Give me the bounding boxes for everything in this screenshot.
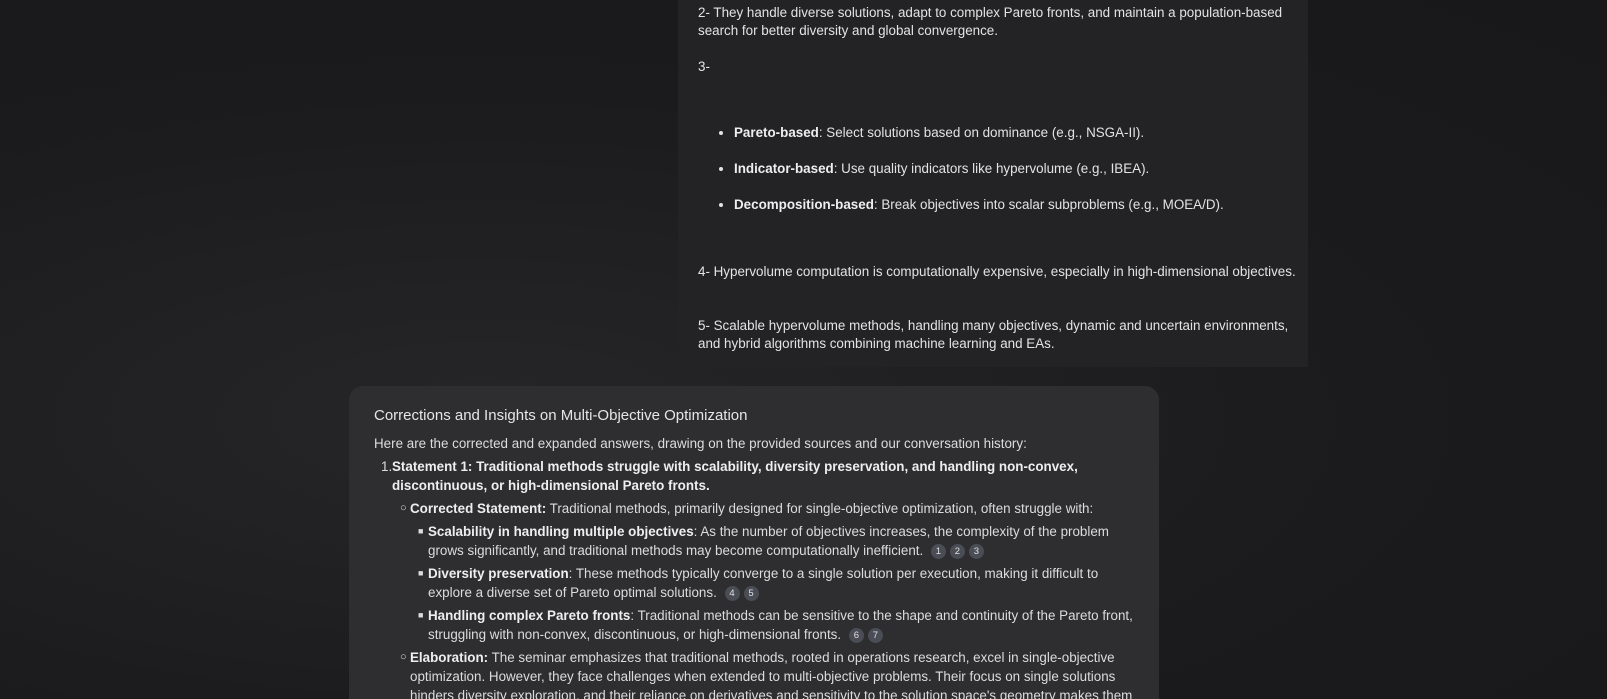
citation-badge[interactable]: 3 (968, 544, 984, 559)
list-item: ■ Diversity preservation: These methods … (374, 564, 1135, 602)
user-paragraph-2: 2- They handle diverse solutions, adapt … (698, 5, 1283, 38)
list-number: 1. (381, 459, 393, 474)
statement-heading: Statement 1: Traditional methods struggl… (392, 459, 1078, 493)
subitem-term: Diversity preservation (428, 566, 569, 581)
citation-badge[interactable]: 6 (848, 628, 864, 643)
subitem-term: Handling complex Pareto fronts (428, 608, 631, 623)
bullet-text: : Break objectives into scalar subproble… (873, 197, 1224, 212)
list-item: 1. Statement 1: Traditional methods stru… (374, 457, 1135, 495)
elaboration-text: The seminar emphasizes that traditional … (410, 650, 1133, 699)
response-card: Corrections and Insights on Multi-Object… (349, 386, 1159, 699)
citation-badge[interactable]: 2 (949, 544, 965, 559)
user-paragraph-4: 4- Hypervolume computation is computatio… (698, 264, 1296, 279)
citation-badge[interactable]: 1 (930, 544, 946, 559)
response-intro: Here are the corrected and expanded answ… (374, 436, 1027, 451)
subitem-term: Scalability in handling multiple objecti… (428, 524, 694, 539)
circle-bullet-icon: ○ (400, 502, 407, 514)
bullet-text: : Select solutions based on dominance (e… (818, 125, 1145, 140)
list-item: Decomposition-based: Break objectives in… (734, 196, 1224, 214)
user-bullet-list: Pareto-based: Select solutions based on … (698, 124, 1224, 232)
list-item: ○ Elaboration: The seminar emphasizes th… (374, 648, 1135, 699)
corrected-text: Traditional methods, primarily designed … (546, 501, 1094, 516)
response-title: Corrections and Insights on Multi-Object… (374, 407, 748, 424)
list-item: ■ Handling complex Pareto fronts: Tradit… (374, 606, 1135, 644)
bullet-term: Pareto-based (734, 125, 819, 140)
user-paragraph-3: 3- (698, 59, 710, 74)
user-message: 2- They handle diverse solutions, adapt … (678, 0, 1308, 367)
circle-bullet-icon: ○ (400, 651, 407, 663)
list-item: Pareto-based: Select solutions based on … (734, 124, 1224, 142)
citation-badge[interactable]: 4 (724, 586, 740, 601)
citation-badge[interactable]: 7 (867, 628, 883, 643)
bullet-text: : Use quality indicators like hypervolum… (833, 161, 1150, 176)
list-item: ■ Scalability in handling multiple objec… (374, 522, 1135, 560)
bullet-term: Decomposition-based (734, 197, 874, 212)
bullet-term: Indicator-based (734, 161, 834, 176)
square-bullet-icon: ■ (418, 568, 424, 578)
list-item: Indicator-based: Use quality indicators … (734, 160, 1224, 178)
citation-badge[interactable]: 5 (743, 586, 759, 601)
square-bullet-icon: ■ (418, 610, 424, 620)
elaboration-label: Elaboration: (410, 650, 489, 665)
user-paragraph-5: 5- Scalable hypervolume methods, handlin… (698, 318, 1289, 351)
square-bullet-icon: ■ (418, 526, 424, 536)
list-item: ○ Corrected Statement: Traditional metho… (374, 499, 1135, 518)
corrected-label: Corrected Statement: (410, 501, 547, 516)
